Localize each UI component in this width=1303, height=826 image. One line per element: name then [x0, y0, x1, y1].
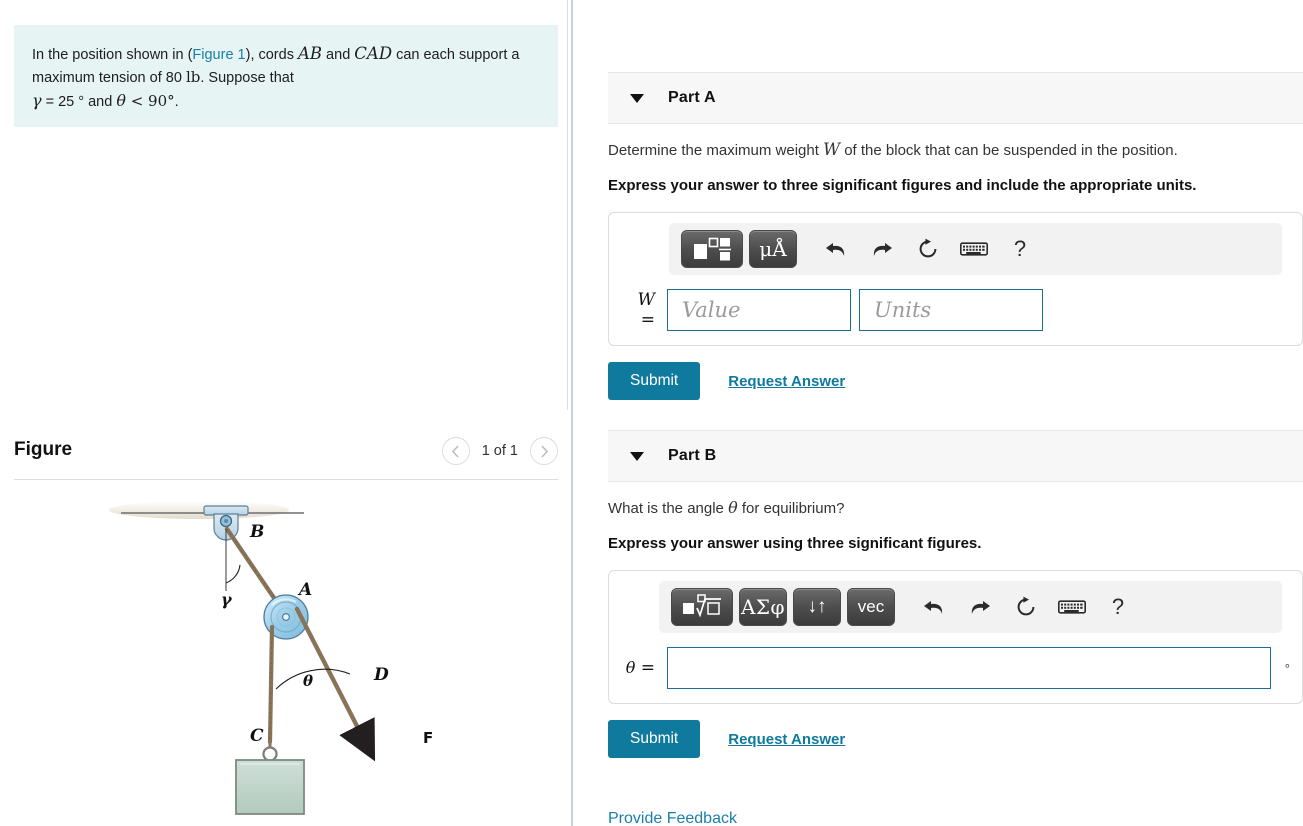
part-a-question-pre: Determine the maximum weight [608, 142, 824, 159]
caret-down-icon[interactable] [630, 451, 644, 461]
figure-header: Figure 1 of 1 [14, 437, 558, 479]
part-a-header[interactable]: Part A [608, 72, 1303, 124]
cord-cad-label: CAD [354, 44, 393, 63]
problem-page: In the position shown in (Figure 1), cor… [0, 0, 1303, 826]
part-b-header[interactable]: Part B [608, 430, 1303, 482]
units-micro-angstrom-icon[interactable]: μÅ [749, 230, 797, 269]
figure-label-D: D [373, 665, 389, 685]
gamma-value: = 25 [41, 94, 79, 111]
part-b-question-pre: What is the angle [608, 500, 729, 517]
problem-and-2: and [84, 94, 117, 111]
part-b-lhs-label: θ = [621, 658, 667, 678]
part-b-submit-button[interactable]: Submit [608, 720, 701, 759]
figure-divider [14, 479, 558, 480]
figure-title: Figure [14, 439, 73, 460]
problem-text-part5: . Suppose that [200, 70, 294, 87]
problem-text-part3: can each [392, 47, 455, 63]
figure-1-link[interactable]: Figure 1 [192, 47, 245, 63]
template-root-icon[interactable] [671, 588, 733, 627]
part-b-title: Part B [668, 447, 717, 464]
figure-label-A: A [297, 580, 312, 600]
figure-nav: 1 of 1 [441, 437, 558, 465]
arrows-updown-icon[interactable]: ↓↑ [793, 588, 841, 627]
figure-label-B: B [249, 522, 264, 542]
part-b-instruction: Express your answer using three signific… [608, 535, 982, 553]
chevron-left-icon[interactable] [441, 437, 470, 465]
reset-icon[interactable] [1003, 590, 1049, 624]
part-a-submit-button[interactable]: Submit [608, 362, 701, 401]
template-fraction-icon[interactable] [681, 230, 743, 269]
keyboard-icon[interactable] [1049, 590, 1095, 624]
part-a-body: Determine the maximum weight W of the bl… [608, 138, 1303, 401]
theta-answer-input[interactable] [667, 647, 1271, 690]
part-a-variable: W [637, 290, 655, 311]
part-a-lhs-label: W = [621, 290, 667, 330]
cord-ab-label: AB [297, 44, 323, 63]
units-input[interactable]: Units [859, 289, 1043, 332]
part-b-question: What is the angle θ for equilibrium? [608, 497, 1303, 519]
block-weight [235, 742, 305, 815]
degree-unit-label: ° [1284, 660, 1290, 676]
part-b-input-row: θ = ° [621, 647, 1290, 690]
left-pane: In the position shown in (Figure 1), cor… [0, 0, 567, 826]
right-pane: Part A Determine the maximum weight W of… [573, 0, 1303, 826]
gamma-arc [225, 564, 241, 584]
part-a-request-answer-link[interactable]: Request Answer [728, 373, 845, 390]
problem-text-part2: ), cords [245, 47, 298, 63]
figure-label-theta: θ [303, 672, 313, 690]
unit-lb: lb [185, 68, 201, 87]
figure-label-F: F [423, 729, 433, 747]
undo-icon[interactable] [911, 590, 957, 624]
problem-statement: In the position shown in (Figure 1), cor… [14, 25, 558, 128]
part-a-question-post: of the block that can be suspended in th… [840, 142, 1178, 159]
theta-symbol: θ [116, 91, 126, 111]
part-a-toolbar: μÅ ? [669, 223, 1282, 276]
undo-icon[interactable] [813, 232, 859, 266]
part-a-submit-row: Submit Request Answer [608, 362, 1303, 401]
provide-feedback-link[interactable]: Provide Feedback [608, 810, 737, 826]
gamma-symbol: γ [32, 91, 42, 111]
reset-icon[interactable] [905, 232, 951, 266]
part-a-answer-box: μÅ ? W = Value Units [608, 212, 1303, 347]
part-b-question-post: for equilibrium? [737, 500, 845, 517]
redo-icon[interactable] [957, 590, 1003, 624]
problem-text-part1: In the position shown in ( [32, 47, 193, 63]
problem-period: . [174, 94, 179, 111]
figure-diagram: B A C D F γ θ [14, 487, 558, 826]
theta-condition: < 90° [125, 92, 175, 111]
part-b-answer-box: ΑΣφ ↓↑ vec ? θ = ° [608, 570, 1303, 705]
chevron-right-icon[interactable] [530, 437, 558, 465]
part-a-equals: = [640, 310, 655, 331]
weight-variable: W [823, 140, 841, 159]
vector-icon[interactable]: vec [847, 588, 895, 627]
cord-ac [267, 624, 275, 745]
part-b-body: What is the angle θ for equilibrium? Exp… [608, 497, 1303, 759]
greek-symbols-icon[interactable]: ΑΣφ [739, 588, 787, 627]
part-b-equals: = [640, 658, 655, 679]
help-icon[interactable]: ? [1095, 590, 1141, 624]
theta-variable: θ [728, 498, 738, 517]
keyboard-icon[interactable] [951, 232, 997, 266]
part-a-instruction: Express your answer to three significant… [608, 177, 1197, 195]
problem-and-1: and [322, 47, 355, 63]
help-icon[interactable]: ? [997, 232, 1043, 266]
part-b-request-answer-link[interactable]: Request Answer [728, 731, 845, 748]
part-b-variable: θ [625, 658, 636, 678]
part-b-submit-row: Submit Request Answer [608, 720, 1303, 759]
part-a-title: Part A [668, 89, 716, 106]
part-b-toolbar: ΑΣφ ↓↑ vec ? [659, 581, 1282, 634]
part-a-question: Determine the maximum weight W of the bl… [608, 138, 1303, 161]
part-a-input-row: W = Value Units [621, 289, 1290, 332]
caret-down-icon[interactable] [630, 93, 644, 103]
figure-label-gamma: γ [221, 590, 233, 609]
value-input[interactable]: Value [667, 289, 851, 332]
figure-label-C: C [250, 726, 264, 746]
pane-divider-upper [567, 0, 568, 410]
figure-counter: 1 of 1 [481, 443, 518, 459]
redo-icon[interactable] [859, 232, 905, 266]
